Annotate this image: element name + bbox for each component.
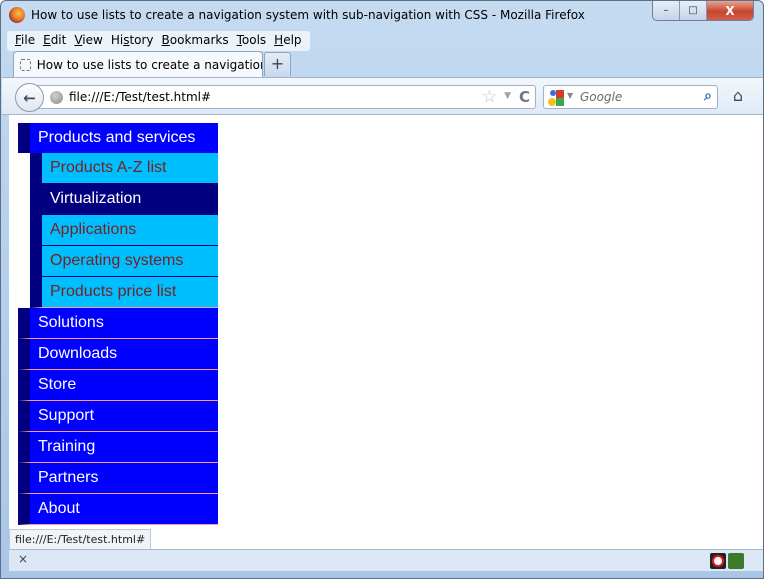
menu-label: ools [241, 33, 267, 47]
menu-label: elp [283, 33, 302, 47]
record-circle-icon [712, 555, 724, 567]
maximize-button[interactable]: □ [680, 1, 707, 20]
close-button[interactable]: X [707, 1, 753, 20]
menu-history[interactable]: History [107, 31, 158, 51]
search-engine-dropdown-icon[interactable]: ▼ [567, 91, 573, 100]
nav-item: Store [18, 370, 218, 401]
new-tab-button[interactable]: + [264, 52, 291, 76]
subnav-item: Operating systems [30, 246, 218, 277]
nav-item: Support [18, 401, 218, 432]
minimize-button[interactable]: – [653, 1, 680, 20]
subnav-link[interactable]: Products price list [30, 277, 218, 308]
nav-link[interactable]: Products and services [18, 123, 218, 153]
home-icon[interactable]: ⌂ [728, 86, 748, 106]
nav-link[interactable]: Downloads [18, 339, 218, 370]
window-title: How to use lists to create a navigation … [31, 8, 585, 22]
subnav-link[interactable]: Virtualization [30, 184, 218, 215]
search-bar[interactable]: ▼ Google ⌕ [543, 85, 718, 109]
globe-icon [50, 91, 63, 104]
google-dot-red [556, 90, 564, 98]
menu-label: Hi [110, 33, 124, 47]
subnav-item: Applications [30, 215, 218, 246]
back-button[interactable]: ← [15, 83, 44, 112]
navigation-toolbar: file:///E:/Test/test.html# ☆ ▼ C ← ▼ Goo… [2, 77, 763, 115]
link-status-preview: file:///E:/Test/test.html# [9, 529, 152, 549]
url-text[interactable]: file:///E:/Test/test.html# [69, 90, 211, 104]
menu-accel: B [161, 33, 170, 47]
menu-file[interactable]: File [11, 31, 39, 51]
nav-link[interactable]: About [18, 494, 218, 525]
nav-item: Partners [18, 463, 218, 494]
nav-link[interactable]: Partners [18, 463, 218, 494]
page-content: Products and services Products A-Z list … [9, 115, 763, 549]
nav-item: Training [18, 432, 218, 463]
window-controls: – □ X [652, 1, 754, 21]
menu-accel: E [43, 33, 51, 47]
bookmark-star-icon[interactable]: ☆ [482, 87, 497, 107]
menu-bookmarks[interactable]: Bookmarks [158, 31, 233, 51]
subnav-link[interactable]: Applications [30, 215, 218, 246]
nav-item: Downloads [18, 339, 218, 370]
google-dot-yellow [548, 98, 556, 106]
nav-item: Solutions [18, 308, 218, 339]
menu-label: iew [82, 33, 103, 47]
subnav-item-active: Virtualization [30, 184, 218, 215]
back-arrow-icon: ← [23, 88, 36, 107]
title-bar: How to use lists to create a navigation … [1, 1, 763, 31]
page-placeholder-icon [20, 59, 31, 71]
owl-addon-icon[interactable] [728, 553, 744, 569]
nav-link[interactable]: Solutions [18, 308, 218, 339]
menu-label: tory [129, 33, 154, 47]
firefox-logo-icon[interactable] [9, 7, 25, 23]
addon-bar: × [9, 549, 763, 571]
nav-link[interactable]: Store [18, 370, 218, 401]
tab-label: How to use lists to create a navigation … [36, 58, 262, 72]
reload-icon[interactable]: C [519, 88, 530, 106]
browser-window: How to use lists to create a navigation … [0, 0, 764, 579]
nav-item: About [18, 494, 218, 525]
subnav-link[interactable]: Operating systems [30, 246, 218, 277]
close-addon-bar-icon[interactable]: × [18, 552, 28, 566]
main-navigation: Products and services Products A-Z list … [18, 123, 218, 525]
record-addon-icon[interactable] [710, 553, 726, 569]
menu-edit[interactable]: Edit [39, 31, 70, 51]
tab-active[interactable]: How to use lists to create a navigation … [13, 51, 263, 78]
url-bar[interactable]: file:///E:/Test/test.html# ☆ ▼ C [34, 85, 536, 109]
menu-label: dit [50, 33, 67, 47]
google-engine-icon[interactable] [548, 90, 564, 106]
nav-link[interactable]: Training [18, 432, 218, 463]
subnav-item: Products A-Z list [30, 153, 218, 184]
nav-item-products-and-services: Products and services Products A-Z list … [18, 123, 218, 308]
sub-navigation: Products A-Z list Virtualization Applica… [18, 153, 218, 308]
menu-label: ile [21, 33, 36, 47]
history-dropdown-icon[interactable]: ▼ [504, 91, 511, 101]
search-input[interactable]: Google [580, 90, 622, 104]
menu-accel: H [274, 33, 284, 47]
menu-bar: File Edit View History Bookmarks Tools H… [7, 31, 310, 51]
menu-help[interactable]: Help [270, 31, 305, 51]
google-dot-green [556, 98, 564, 106]
subnav-item: Products price list [30, 277, 218, 308]
menu-label: ookmarks [169, 33, 229, 47]
search-icon[interactable]: ⌕ [704, 88, 712, 104]
menu-tools[interactable]: Tools [233, 31, 271, 51]
nav-link[interactable]: Support [18, 401, 218, 432]
menu-view[interactable]: View [70, 31, 106, 51]
subnav-link[interactable]: Products A-Z list [30, 153, 218, 184]
